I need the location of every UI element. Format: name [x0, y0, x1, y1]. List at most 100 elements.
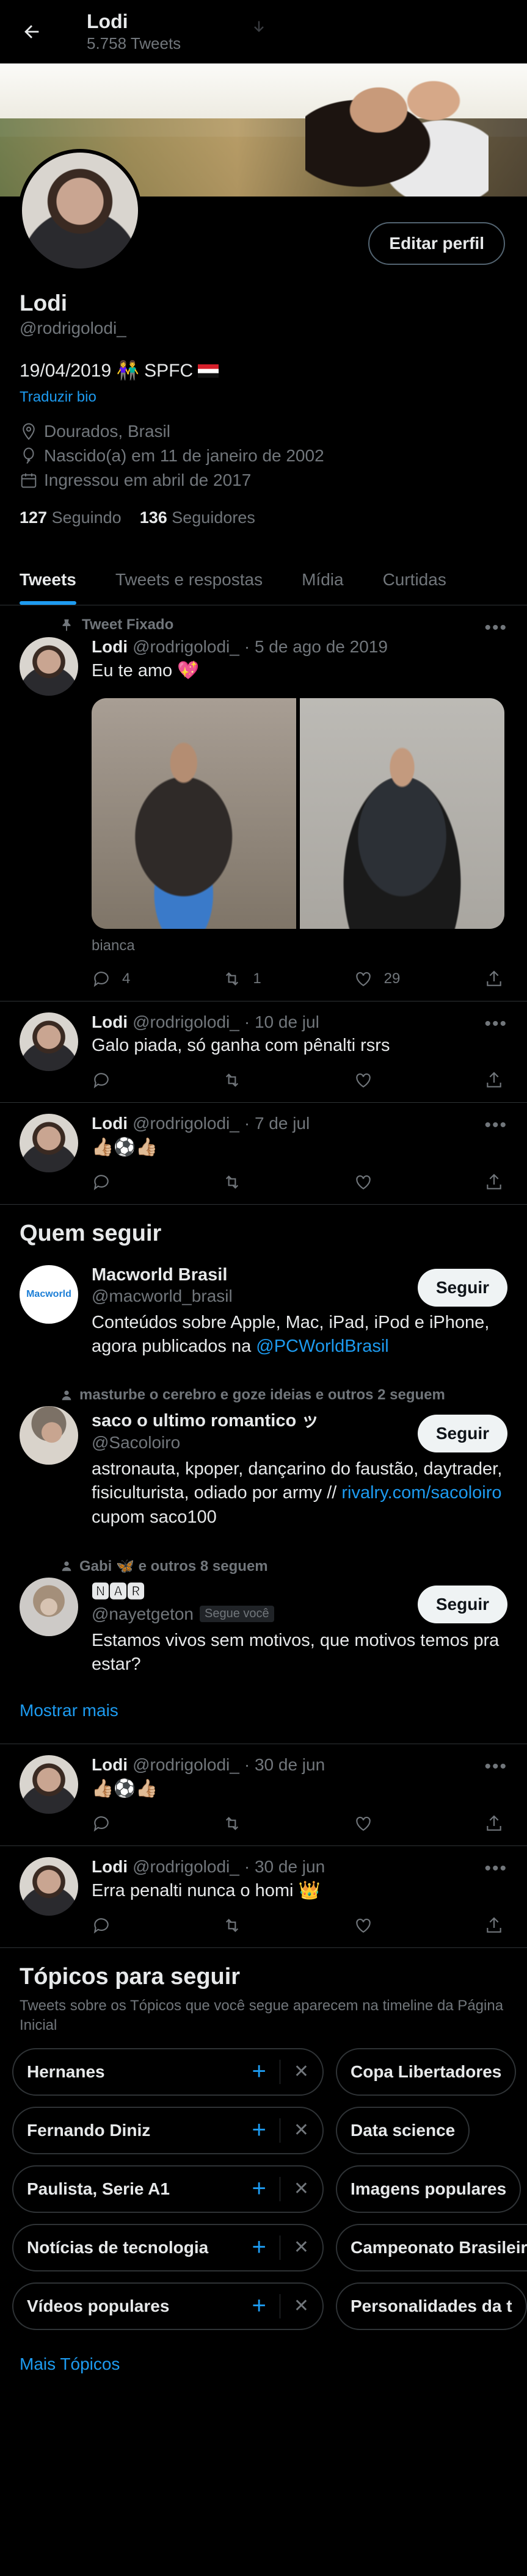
reply-button[interactable] — [92, 1814, 147, 1833]
tweet-photo[interactable] — [92, 698, 296, 929]
tab-tweets[interactable]: Tweets — [0, 554, 96, 605]
edit-profile-button[interactable]: Editar perfil — [368, 222, 505, 265]
share-button[interactable] — [484, 1814, 504, 1833]
follow-button[interactable]: Seguir — [417, 1415, 507, 1453]
topic-chip[interactable]: Campeonato Brasileiro — [336, 2223, 527, 2271]
suggestion-desc-link[interactable]: @PCWorldBrasil — [256, 1337, 388, 1356]
follow-button[interactable]: Seguir — [417, 1585, 507, 1623]
topic-chip[interactable]: Hernanes + ✕ — [12, 2047, 324, 2096]
follow-button[interactable]: Seguir — [417, 1269, 507, 1307]
tweet-author-handle[interactable]: @rodrigolodi_ — [133, 1857, 239, 1877]
reply-button[interactable]: 4 — [92, 969, 147, 989]
reply-button[interactable] — [92, 1916, 147, 1935]
reply-button[interactable] — [92, 1070, 147, 1090]
tweet[interactable]: ••• Lodi @rodrigolodi_ · 30 de jun 👍🏼⚽👍🏼 — [0, 1744, 527, 1846]
avatar[interactable] — [20, 1856, 78, 1916]
more-icon[interactable]: ••• — [484, 1756, 507, 1777]
tweet-date[interactable]: · 7 de jul — [244, 1114, 310, 1133]
retweet-button[interactable]: 1 — [222, 969, 277, 989]
share-button[interactable] — [484, 1172, 504, 1192]
follow-suggestion[interactable]: Gabi 🦋 e outros 8 seguem Seguir 🅽🅰🆁 @nay… — [0, 1551, 527, 1687]
tweet-author-handle[interactable]: @rodrigolodi_ — [133, 637, 239, 657]
tweet[interactable]: ••• Lodi @rodrigolodi_ · 10 de jul Galo … — [0, 1001, 527, 1103]
like-button[interactable]: 29 — [354, 969, 409, 989]
more-icon[interactable]: ••• — [484, 618, 507, 638]
more-topics-link[interactable]: Mais Tópicos — [0, 2330, 527, 2386]
suggestion-handle-text[interactable]: @macworld_brasil — [92, 1286, 233, 1306]
tab-tweets-replies[interactable]: Tweets e respostas — [96, 554, 282, 605]
avatar[interactable]: Macworld — [20, 1265, 78, 1324]
share-button[interactable] — [484, 1070, 504, 1090]
tweet-author-name[interactable]: Lodi — [92, 1857, 128, 1877]
avatar[interactable] — [20, 1406, 78, 1465]
close-icon[interactable]: ✕ — [294, 2237, 309, 2258]
topic-chip[interactable]: Data science — [336, 2106, 470, 2154]
close-icon[interactable]: ✕ — [294, 2178, 309, 2199]
avatar[interactable] — [20, 1012, 78, 1071]
back-button[interactable] — [15, 15, 49, 49]
more-icon[interactable]: ••• — [484, 1115, 507, 1136]
avatar[interactable] — [20, 1577, 78, 1636]
topic-chip[interactable]: Imagens populares — [336, 2165, 522, 2213]
topic-chip[interactable]: Notícias de tecnologia + ✕ — [12, 2223, 324, 2271]
like-button[interactable] — [354, 1172, 409, 1192]
reply-button[interactable] — [92, 1172, 147, 1192]
topic-chip[interactable]: Personalidades da t — [336, 2282, 527, 2330]
retweet-button[interactable] — [222, 1172, 277, 1192]
avatar[interactable] — [20, 637, 78, 696]
avatar[interactable] — [20, 1755, 78, 1814]
retweet-button[interactable] — [222, 1916, 277, 1935]
tweet[interactable]: ••• Lodi @rodrigolodi_ · 7 de jul 👍🏼⚽👍🏼 — [0, 1103, 527, 1205]
follow-suggestion[interactable]: Seguir Macworld Macworld Brasil @macworl… — [0, 1259, 527, 1369]
tweet-media[interactable] — [92, 698, 504, 929]
retweet-button[interactable] — [222, 1070, 277, 1090]
plus-icon[interactable]: + — [252, 2292, 266, 2320]
like-button[interactable] — [354, 1814, 409, 1833]
plus-icon[interactable]: + — [252, 2175, 266, 2203]
profile-avatar[interactable] — [18, 149, 142, 272]
more-icon[interactable]: ••• — [484, 1014, 507, 1034]
tweet-author-name[interactable]: Lodi — [92, 637, 128, 657]
close-icon[interactable]: ✕ — [294, 2061, 309, 2082]
tab-likes[interactable]: Curtidas — [363, 554, 466, 605]
topic-chip[interactable]: Paulista, Serie A1 + ✕ — [12, 2165, 324, 2213]
topic-chip[interactable]: Vídeos populares + ✕ — [12, 2282, 324, 2330]
translate-bio-link[interactable]: Traduzir bio — [20, 389, 507, 406]
close-icon[interactable]: ✕ — [294, 2120, 309, 2141]
like-button[interactable] — [354, 1070, 409, 1090]
tweet[interactable]: Tweet Fixado ••• Lodi @rodrigolodi_ · 5 … — [0, 605, 527, 1001]
tab-media[interactable]: Mídia — [282, 554, 363, 605]
suggestion-handle-text[interactable]: @Sacoloiro — [92, 1433, 180, 1452]
tweet-author-handle[interactable]: @rodrigolodi_ — [133, 1114, 239, 1133]
show-more-link[interactable]: Mostrar mais — [0, 1687, 527, 1744]
tweet-date[interactable]: · 30 de jun — [244, 1857, 325, 1877]
share-button[interactable] — [484, 1916, 504, 1935]
more-icon[interactable]: ••• — [484, 1858, 507, 1879]
tweet-photo[interactable] — [300, 698, 504, 929]
topic-chip[interactable]: Copa Libertadores — [336, 2047, 517, 2096]
plus-icon[interactable]: + — [252, 2234, 266, 2261]
topic-chip[interactable]: Fernando Diniz + ✕ — [12, 2106, 324, 2154]
close-icon[interactable]: ✕ — [294, 2295, 309, 2317]
tweet-date[interactable]: · 10 de jul — [244, 1012, 319, 1032]
suggestion-handle-text[interactable]: @nayetgeton — [92, 1604, 194, 1624]
tweet-author-name[interactable]: Lodi — [92, 1755, 128, 1775]
share-button[interactable] — [484, 969, 504, 989]
photo-tag[interactable]: bianca — [92, 937, 507, 954]
tweet-author-name[interactable]: Lodi — [92, 1114, 128, 1133]
followers-link[interactable]: 136 Seguidores — [140, 508, 255, 527]
tweet-author-name[interactable]: Lodi — [92, 1012, 128, 1032]
avatar[interactable] — [20, 1114, 78, 1172]
like-button[interactable] — [354, 1916, 409, 1935]
tweet-date[interactable]: · 30 de jun — [244, 1755, 325, 1775]
retweet-button[interactable] — [222, 1814, 277, 1833]
suggestion-desc-link[interactable]: rivalry.com/sacoloiro — [341, 1483, 501, 1503]
tweet-author-handle[interactable]: @rodrigolodi_ — [133, 1012, 239, 1032]
following-link[interactable]: 127 Seguindo — [20, 508, 122, 527]
tweet[interactable]: ••• Lodi @rodrigolodi_ · 30 de jun Erra … — [0, 1846, 527, 1948]
tweet-author-handle[interactable]: @rodrigolodi_ — [133, 1755, 239, 1775]
plus-icon[interactable]: + — [252, 2116, 266, 2144]
follow-suggestion[interactable]: masturbe o cerebro e goze ideias e outro… — [0, 1380, 527, 1540]
plus-icon[interactable]: + — [252, 2058, 266, 2085]
tweet-date[interactable]: · 5 de ago de 2019 — [244, 637, 388, 657]
